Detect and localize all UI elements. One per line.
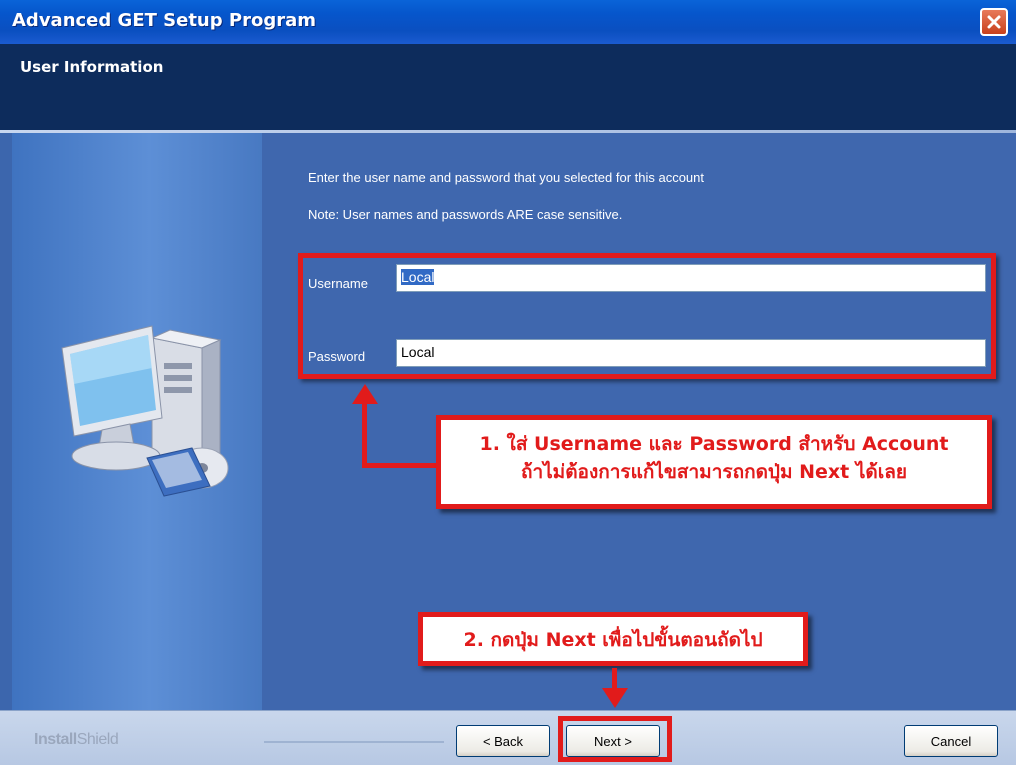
- cancel-button[interactable]: Cancel: [904, 725, 998, 757]
- installshield-logo: InstallShield: [34, 731, 119, 749]
- window-title: Advanced GET Setup Program: [12, 10, 316, 31]
- fields-highlight-box: [298, 253, 996, 379]
- callout-step-1-line1: 1. ใส่ Username และ Password สำหรับ Acco…: [479, 433, 949, 455]
- installshield-light: Shield: [76, 731, 119, 748]
- callout-step-1: 1. ใส่ Username และ Password สำหรับ Acco…: [436, 415, 992, 509]
- close-button[interactable]: [980, 8, 1008, 36]
- page-title: User Information: [20, 58, 164, 76]
- arrow-shaft-vertical: [362, 398, 367, 468]
- header-band: User Information: [0, 44, 1016, 130]
- left-graphic-panel: [12, 133, 262, 710]
- arrow-down-icon: [602, 688, 628, 708]
- arrow-up-icon: [352, 384, 378, 404]
- installshield-bold: Install: [34, 731, 77, 748]
- back-button[interactable]: < Back: [456, 725, 550, 757]
- button-bar: InstallShield < Back Next > Cancel: [0, 710, 1016, 765]
- close-icon: [987, 15, 1001, 29]
- callout-step-2: 2. กดปุ่ม Next เพื่อไปขั้นตอนถัดไป: [418, 612, 808, 666]
- title-bar[interactable]: Advanced GET Setup Program: [0, 0, 1016, 44]
- computer-icon: [61, 325, 229, 497]
- footer-separator: [264, 741, 444, 743]
- callout-step-2-text: 2. กดปุ่ม Next เพื่อไปขั้นตอนถัดไป: [463, 629, 763, 651]
- next-highlight-box: [558, 716, 672, 762]
- arrow-shaft-horizontal: [362, 463, 442, 468]
- case-sensitivity-note: Note: User names and passwords ARE case …: [308, 207, 623, 222]
- instruction-text: Enter the user name and password that yo…: [308, 170, 705, 185]
- callout-step-1-line2: ถ้าไม่ต้องการแก้ไขสามารถกดปุ่ม Next ได้เ…: [520, 461, 908, 483]
- setup-window: Advanced GET Setup Program User Informat…: [0, 0, 1016, 765]
